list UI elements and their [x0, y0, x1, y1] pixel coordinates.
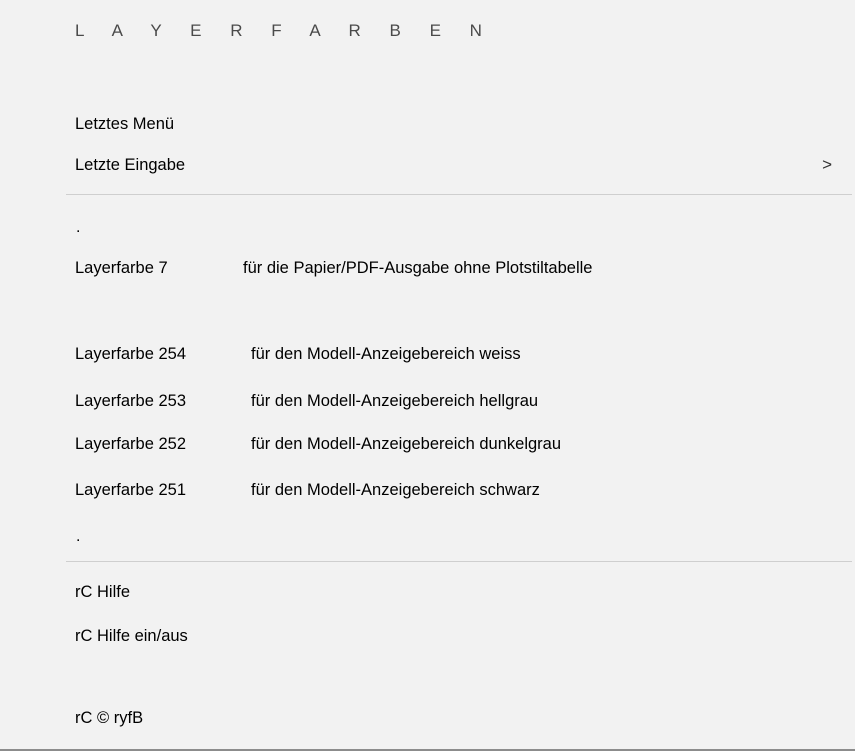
menu-item-layerfarbe-7[interactable]: Layerfarbe 7 für die Papier/PDF-Ausgabe … [75, 254, 855, 282]
menu-item-layerfarbe-253[interactable]: Layerfarbe 253 für den Modell-Anzeigeber… [75, 387, 855, 415]
menu-item-label: rC © ryfB [75, 709, 144, 727]
menu-item-description: für den Modell-Anzeigebereich dunkelgrau [251, 435, 562, 453]
menu-item-code: Layerfarbe 7 [75, 259, 168, 277]
chevron-right-icon: > [822, 155, 832, 174]
menu-item-label: rC Hilfe ein/aus [75, 627, 188, 645]
menu-item-last-menu[interactable]: Letztes Menü [75, 110, 855, 138]
menu-item-layerfarbe-251[interactable]: Layerfarbe 251 für den Modell-Anzeigeber… [75, 476, 855, 504]
menu-item-description: für den Modell-Anzeigebereich hellgrau [251, 392, 539, 410]
menu-item-help-toggle[interactable]: rC Hilfe ein/aus [75, 622, 855, 650]
menu-item-label: Letztes Menü [75, 115, 175, 133]
menu-item-code: Layerfarbe 253 [75, 392, 186, 410]
menu-item-label: rC Hilfe [75, 583, 131, 601]
menu-item-dot[interactable]: . [76, 218, 80, 238]
context-menu: L A Y E R F A R B E N Letztes Menü Letzt… [0, 0, 855, 751]
separator [66, 194, 852, 195]
menu-item-dot[interactable]: . [76, 527, 80, 547]
menu-item-layerfarbe-254[interactable]: Layerfarbe 254 für den Modell-Anzeigeber… [75, 340, 855, 368]
menu-item-copyright[interactable]: rC © ryfB [75, 704, 855, 732]
menu-item-last-input[interactable]: Letzte Eingabe > [75, 151, 855, 179]
menu-item-code: Layerfarbe 254 [75, 345, 186, 363]
menu-item-description: für den Modell-Anzeigebereich schwarz [251, 481, 540, 499]
menu-item-code: Layerfarbe 251 [75, 481, 186, 499]
menu-item-layerfarbe-252[interactable]: Layerfarbe 252 für den Modell-Anzeigeber… [75, 430, 855, 458]
menu-title: L A Y E R F A R B E N [75, 21, 494, 40]
separator [66, 561, 852, 562]
menu-item-description: für die Papier/PDF-Ausgabe ohne Plotstil… [243, 259, 593, 277]
menu-item-label: Letzte Eingabe [75, 156, 186, 174]
menu-item-code: Layerfarbe 252 [75, 435, 186, 453]
menu-item-description: für den Modell-Anzeigebereich weiss [251, 345, 521, 363]
menu-item-help[interactable]: rC Hilfe [75, 578, 855, 606]
